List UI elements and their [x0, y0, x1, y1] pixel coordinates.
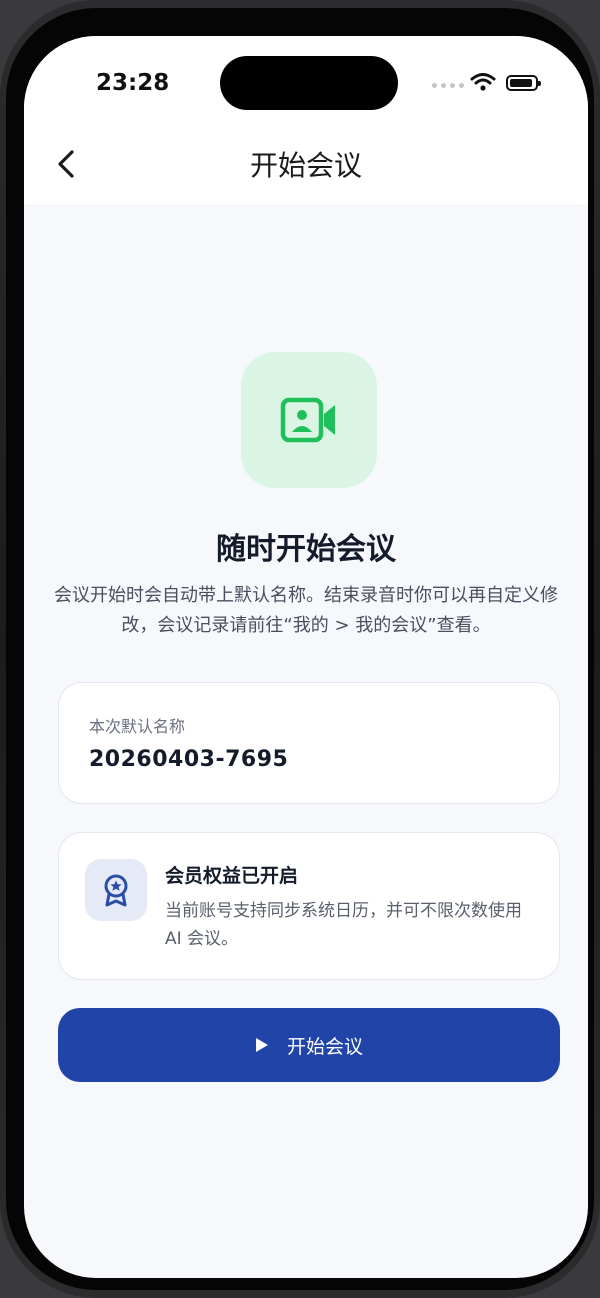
page-title: 开始会议	[249, 149, 362, 182]
start-meeting-label: 开始会议	[286, 1035, 363, 1058]
medal-star-icon	[104, 874, 128, 907]
membership-description: 当前账号支持同步系统日历，并可不限次数使用 AI 会议。	[165, 901, 522, 949]
start-meeting-button[interactable]: 开始会议	[58, 1008, 560, 1082]
default-name-card: 本次默认名称 20260403-7695	[58, 682, 560, 804]
default-name-label: 本次默认名称	[89, 717, 186, 736]
cellular-signal-icon	[432, 83, 464, 88]
battery-icon	[506, 75, 541, 91]
membership-badge	[85, 859, 147, 921]
dynamic-island	[220, 56, 398, 110]
status-time: 23:28	[96, 70, 170, 96]
phone-frame: 23:28 开始会议 随时开始会议 会议开始时会自动带上默认名称。结束录音时你可…	[0, 0, 600, 1298]
wifi-icon	[470, 73, 496, 91]
default-name-value: 20260403-7695	[89, 747, 289, 772]
app-screen: 23:28 开始会议 随时开始会议 会议开始时会自动带上默认名称。结束录音时你可…	[24, 36, 588, 1278]
top-bar: 23:28 开始会议	[24, 36, 588, 204]
membership-card: 会员权益已开启 当前账号支持同步系统日历，并可不限次数使用 AI 会议。	[58, 832, 560, 980]
membership-title: 会员权益已开启	[165, 865, 299, 887]
hero-description: 会议开始时会自动带上默认名称。结束录音时你可以再自定义修改，会议记录请前往“我的…	[54, 585, 558, 636]
video-camera-icon	[280, 397, 335, 443]
hero-heading: 随时开始会议	[216, 532, 396, 567]
phone-bezel: 23:28 开始会议 随时开始会议 会议开始时会自动带上默认名称。结束录音时你可…	[6, 8, 594, 1290]
hero-icon-tile	[241, 352, 377, 488]
play-icon	[255, 1038, 268, 1052]
